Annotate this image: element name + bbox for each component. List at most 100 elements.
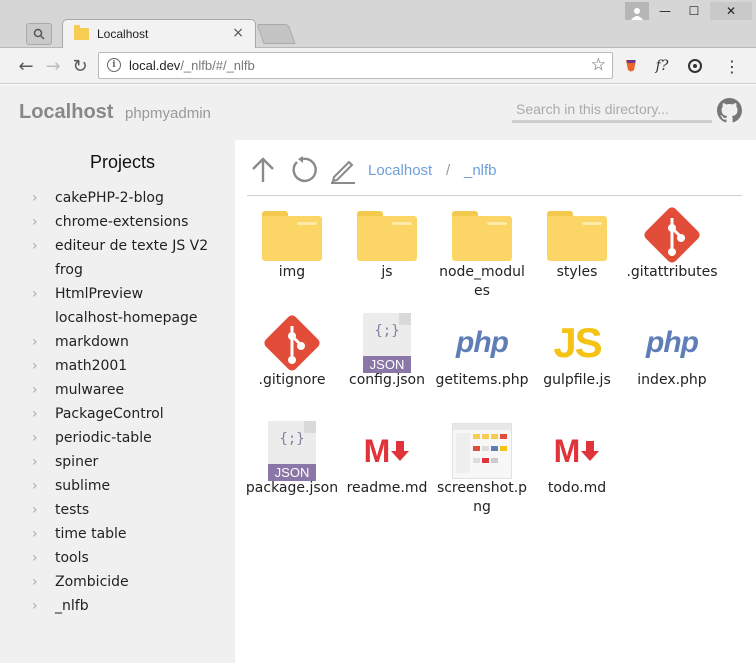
file-item[interactable]: Mtodo.md — [530, 421, 624, 527]
project-item[interactable]: › mulwaree — [32, 378, 208, 402]
address-bar[interactable]: i local.dev/_nlfb/#/_nlfb ☆ — [98, 52, 613, 79]
file-item[interactable]: php getitems.php — [435, 313, 529, 419]
github-icon[interactable] — [717, 98, 742, 123]
project-item[interactable]: › time table — [32, 522, 208, 546]
forward-button[interactable]: → — [42, 55, 64, 77]
file-item[interactable]: JS gulpfile.js — [530, 313, 624, 419]
file-name: img — [278, 264, 306, 280]
file-item[interactable]: screenshot.png — [435, 421, 529, 527]
project-label: localhost-homepage — [55, 310, 198, 326]
file-icon-wrap — [260, 205, 324, 265]
folder-favicon-icon — [74, 25, 89, 40]
file-item[interactable]: Mreadme.md — [340, 421, 434, 527]
project-item[interactable]: › cakePHP-2-blog — [32, 186, 208, 210]
project-item[interactable]: › tests — [32, 498, 208, 522]
project-item[interactable]: › PackageControl — [32, 402, 208, 426]
tab-title: Localhost — [97, 27, 149, 41]
project-item[interactable]: › HtmlPreview — [32, 282, 208, 306]
chevron-right-icon[interactable]: › — [32, 190, 55, 206]
project-label: mulwaree — [55, 382, 125, 398]
tab-search-button[interactable] — [26, 23, 52, 45]
refresh-icon[interactable] — [289, 156, 317, 184]
browser-menu-icon[interactable]: ⋮ — [722, 56, 742, 76]
brand-title[interactable]: Localhost — [19, 101, 113, 124]
file-item[interactable]: php index.php — [625, 313, 719, 419]
project-label: sublime — [55, 478, 111, 494]
maximize-button[interactable]: ☐ — [680, 2, 708, 20]
project-item[interactable]: › chrome-extensions — [32, 210, 208, 234]
close-window-button[interactable]: ✕ — [710, 2, 752, 20]
chevron-right-icon[interactable]: › — [32, 358, 55, 374]
chevron-right-icon[interactable]: › — [32, 382, 55, 398]
file-icon-wrap — [260, 313, 324, 373]
project-item[interactable]: › markdown — [32, 330, 208, 354]
url-text[interactable]: local.dev/_nlfb/#/_nlfb — [129, 58, 255, 73]
url-host: local.dev — [129, 58, 181, 73]
reload-button[interactable]: ↻ — [69, 55, 91, 77]
breadcrumb-localhost[interactable]: Localhost — [368, 162, 432, 179]
file-icon-wrap — [545, 205, 609, 265]
chevron-right-icon[interactable]: › — [32, 574, 55, 590]
browser-tab[interactable]: Localhost × — [62, 19, 256, 49]
chevron-right-icon[interactable]: › — [32, 550, 55, 566]
chevron-right-icon[interactable]: › — [32, 238, 55, 254]
chevron-right-icon[interactable]: › — [32, 430, 55, 446]
project-item[interactable]: › editeur de texte JS V2 — [32, 234, 208, 258]
file-item[interactable]: .gitattributes — [625, 205, 719, 311]
file-item[interactable]: .gitignore — [245, 313, 339, 419]
file-name: js — [381, 264, 393, 280]
sidebar-title: Projects — [89, 152, 156, 172]
chevron-right-icon[interactable]: › — [32, 526, 55, 542]
project-item[interactable]: › Zombicide — [32, 570, 208, 594]
folder-item[interactable]: img — [245, 205, 339, 311]
chevron-right-icon[interactable]: › — [32, 406, 55, 422]
minimize-button[interactable]: — — [651, 2, 679, 20]
phpmyadmin-link[interactable]: phpmyadmin — [125, 105, 211, 122]
directory-search-input[interactable] — [512, 97, 712, 123]
project-item[interactable]: › periodic-table — [32, 426, 208, 450]
project-item[interactable]: › spiner — [32, 450, 208, 474]
chevron-right-icon[interactable]: › — [32, 286, 55, 302]
extension-f-icon[interactable]: f? — [652, 56, 672, 76]
project-label: spiner — [55, 454, 99, 470]
arrow-up-icon[interactable] — [249, 156, 277, 184]
tab-close-icon[interactable]: × — [232, 25, 244, 41]
project-item[interactable]: › tools — [32, 546, 208, 570]
file-name: node_modules — [439, 264, 525, 299]
chevron-right-icon[interactable]: › — [32, 598, 55, 614]
chevron-right-icon[interactable]: › — [32, 454, 55, 470]
bookmark-star-icon[interactable]: ☆ — [591, 55, 606, 75]
info-icon[interactable]: i — [107, 58, 121, 72]
folder-item[interactable]: styles — [530, 205, 624, 311]
chevron-right-icon[interactable]: › — [32, 334, 55, 350]
new-tab-button[interactable] — [256, 24, 296, 44]
folder-item[interactable]: js — [340, 205, 434, 311]
project-item[interactable]: › sublime — [32, 474, 208, 498]
back-button[interactable]: ← — [15, 55, 37, 77]
file-item[interactable]: {;} JSON package.json — [245, 421, 339, 527]
chevron-right-icon[interactable]: › — [32, 214, 55, 230]
page: Localhost phpmyadmin Projects ›cakePHP-2… — [0, 85, 756, 663]
chevron-right-icon[interactable]: › — [32, 502, 55, 518]
breadcrumb-nlfb[interactable]: _nlfb — [464, 162, 497, 179]
markdown-icon: M — [554, 433, 601, 470]
project-item[interactable]: › _nlfb — [32, 594, 208, 618]
profile-button[interactable] — [625, 2, 649, 20]
file-name: .gitignore — [258, 372, 326, 388]
project-label: frog — [55, 262, 83, 278]
project-item[interactable]: ›localhost-homepage — [32, 306, 208, 330]
project-label: time table — [55, 526, 127, 542]
php-file-icon: php — [456, 326, 509, 359]
edit-pencil-icon[interactable] — [329, 156, 357, 184]
extension-potion-icon[interactable] — [621, 56, 641, 76]
file-item[interactable]: {;} JSON config.json — [340, 313, 434, 419]
project-item[interactable]: › math2001 — [32, 354, 208, 378]
folder-item[interactable]: node_modules — [435, 205, 529, 311]
browser-toolbar: ← → ↻ i local.dev/_nlfb/#/_nlfb ☆ f? ⋮ — [0, 48, 756, 84]
file-name: gulpfile.js — [543, 372, 611, 388]
chevron-right-icon[interactable]: › — [32, 478, 55, 494]
project-item[interactable]: ›frog — [32, 258, 208, 282]
extension-sync-icon[interactable] — [685, 56, 705, 76]
git-icon — [264, 315, 320, 371]
file-name: config.json — [349, 372, 425, 388]
